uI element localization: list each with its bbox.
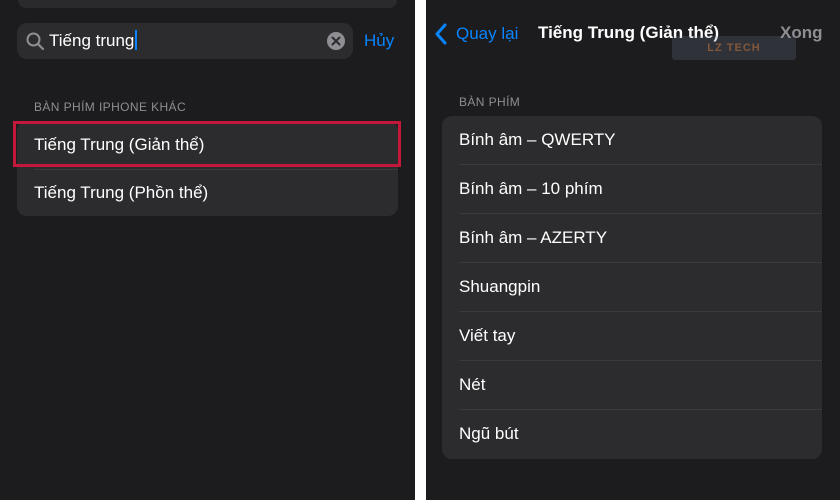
- right-screen: Quay lại Tiếng Trung (Giản thể) LZ TECH …: [426, 0, 840, 500]
- list-item-label: Tiếng Trung (Phồn thể): [34, 183, 209, 202]
- list-item-label: Bính âm – AZERTY: [459, 228, 608, 247]
- list-item-handwriting[interactable]: Viết tay: [442, 312, 822, 361]
- highlight-box: [13, 121, 401, 167]
- list-item-pinyin-azerty[interactable]: Bính âm – AZERTY: [442, 214, 822, 263]
- list-item-label: Ngũ bút: [459, 424, 519, 443]
- done-button[interactable]: Xong: [780, 22, 823, 44]
- search-input[interactable]: Tiếng trung: [49, 30, 138, 52]
- chevron-left-icon: [435, 23, 447, 45]
- left-screen: Tiếng trung Hủy BÀN PHÍM IPHONE KHÁC Tiế…: [0, 0, 415, 500]
- watermark-logo: LZ TECH: [672, 36, 796, 60]
- cancel-button[interactable]: Hủy: [364, 30, 394, 52]
- clear-icon[interactable]: [327, 32, 345, 50]
- list-item-pinyin-10-key[interactable]: Bính âm – 10 phím: [442, 165, 822, 214]
- search-input-value: Tiếng trung: [49, 31, 135, 50]
- list-item-label: Viết tay: [459, 326, 516, 345]
- list-item-label: Nét: [459, 375, 486, 394]
- background-sheet: [18, 0, 397, 8]
- list-item-label: Shuangpin: [459, 277, 541, 296]
- back-button-label: Quay lại: [456, 24, 519, 43]
- keyboard-layout-list: Bính âm – QWERTY Bính âm – 10 phím Bính …: [442, 116, 822, 459]
- list-item-pinyin-qwerty[interactable]: Bính âm – QWERTY: [442, 116, 822, 165]
- list-item-label: Bính âm – 10 phím: [459, 179, 603, 198]
- text-cursor: [135, 30, 138, 50]
- back-button[interactable]: Quay lại: [434, 20, 518, 48]
- section-header: BÀN PHÍM IPHONE KHÁC: [34, 100, 187, 114]
- list-item-label: Bính âm – QWERTY: [459, 130, 616, 149]
- search-field[interactable]: Tiếng trung: [17, 23, 353, 59]
- search-icon: [26, 32, 45, 51]
- search-sheet: [0, 14, 415, 500]
- section-header: BÀN PHÍM: [459, 95, 521, 109]
- list-item-shuangpin[interactable]: Shuangpin: [442, 263, 822, 312]
- list-item-wubi[interactable]: Ngũ bút: [442, 410, 822, 459]
- list-item-stroke[interactable]: Nét: [442, 361, 822, 410]
- list-item-traditional-chinese[interactable]: Tiếng Trung (Phồn thể): [17, 169, 398, 216]
